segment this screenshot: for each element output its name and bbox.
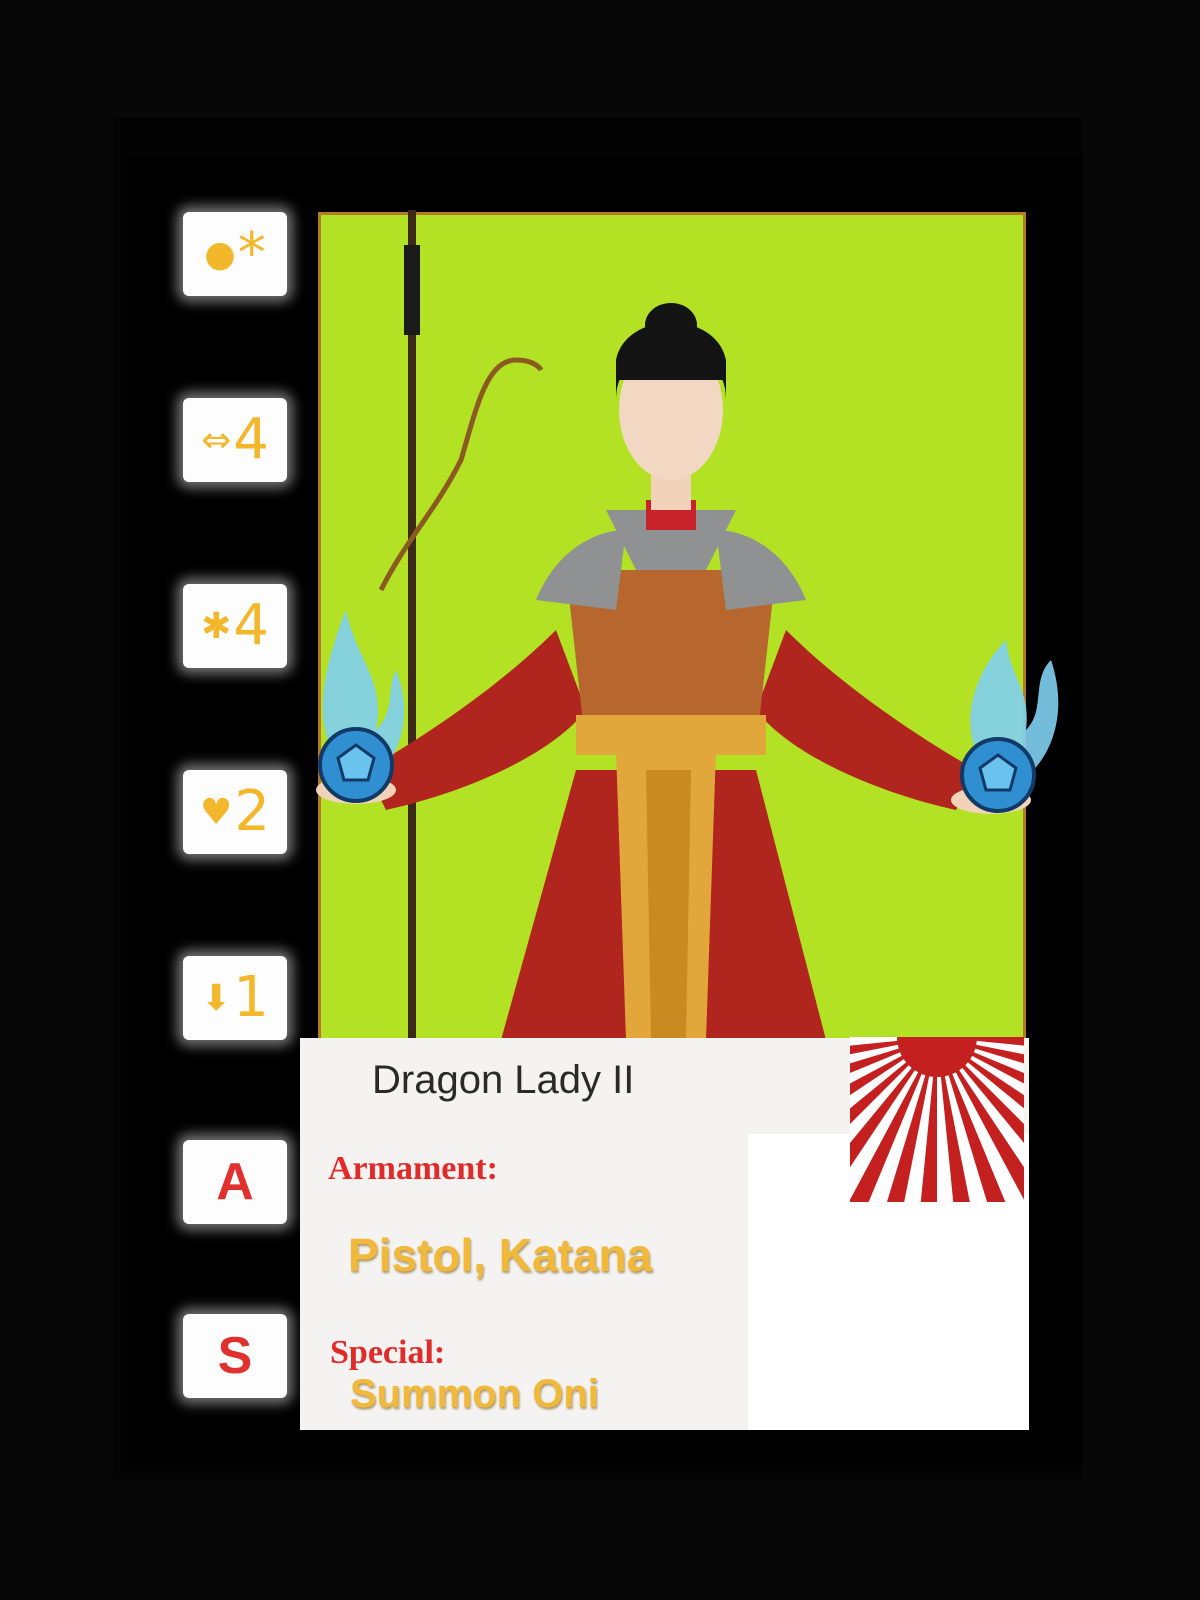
stat-cost: ● * [183, 212, 287, 296]
stat-health-value: 2 [234, 779, 270, 844]
coin-icon: ● [204, 233, 236, 275]
stat-defense: ⬇ 1 [183, 956, 287, 1040]
stat-attack: ✱ 4 [183, 584, 287, 668]
card-name: Dragon Lady II [372, 1058, 635, 1102]
armament-badge: A [183, 1140, 287, 1224]
character-illustration [316, 210, 1059, 1040]
stat-cost-value: * [237, 221, 266, 286]
down-arrow-icon: ⬇ [201, 977, 232, 1019]
special-badge: S [183, 1314, 287, 1398]
heart-icon: ♥ [200, 791, 233, 833]
stat-move-value: 4 [233, 407, 269, 472]
special-label: Special: [330, 1334, 446, 1371]
rising-sun-emblem [850, 1037, 1024, 1202]
stat-health: ♥ 2 [183, 770, 287, 854]
stat-attack-value: 4 [233, 593, 269, 658]
burst-icon: ✱ [201, 605, 232, 647]
stat-move: ⇔ 4 [183, 398, 287, 482]
armament-label: Armament: [328, 1150, 498, 1187]
special-value: Summon Oni [350, 1372, 599, 1416]
stat-defense-value: 1 [233, 965, 269, 1030]
move-arrows-icon: ⇔ [201, 419, 232, 461]
armament-value: Pistol, Katana [348, 1229, 653, 1281]
character-artwork [316, 210, 1059, 1042]
